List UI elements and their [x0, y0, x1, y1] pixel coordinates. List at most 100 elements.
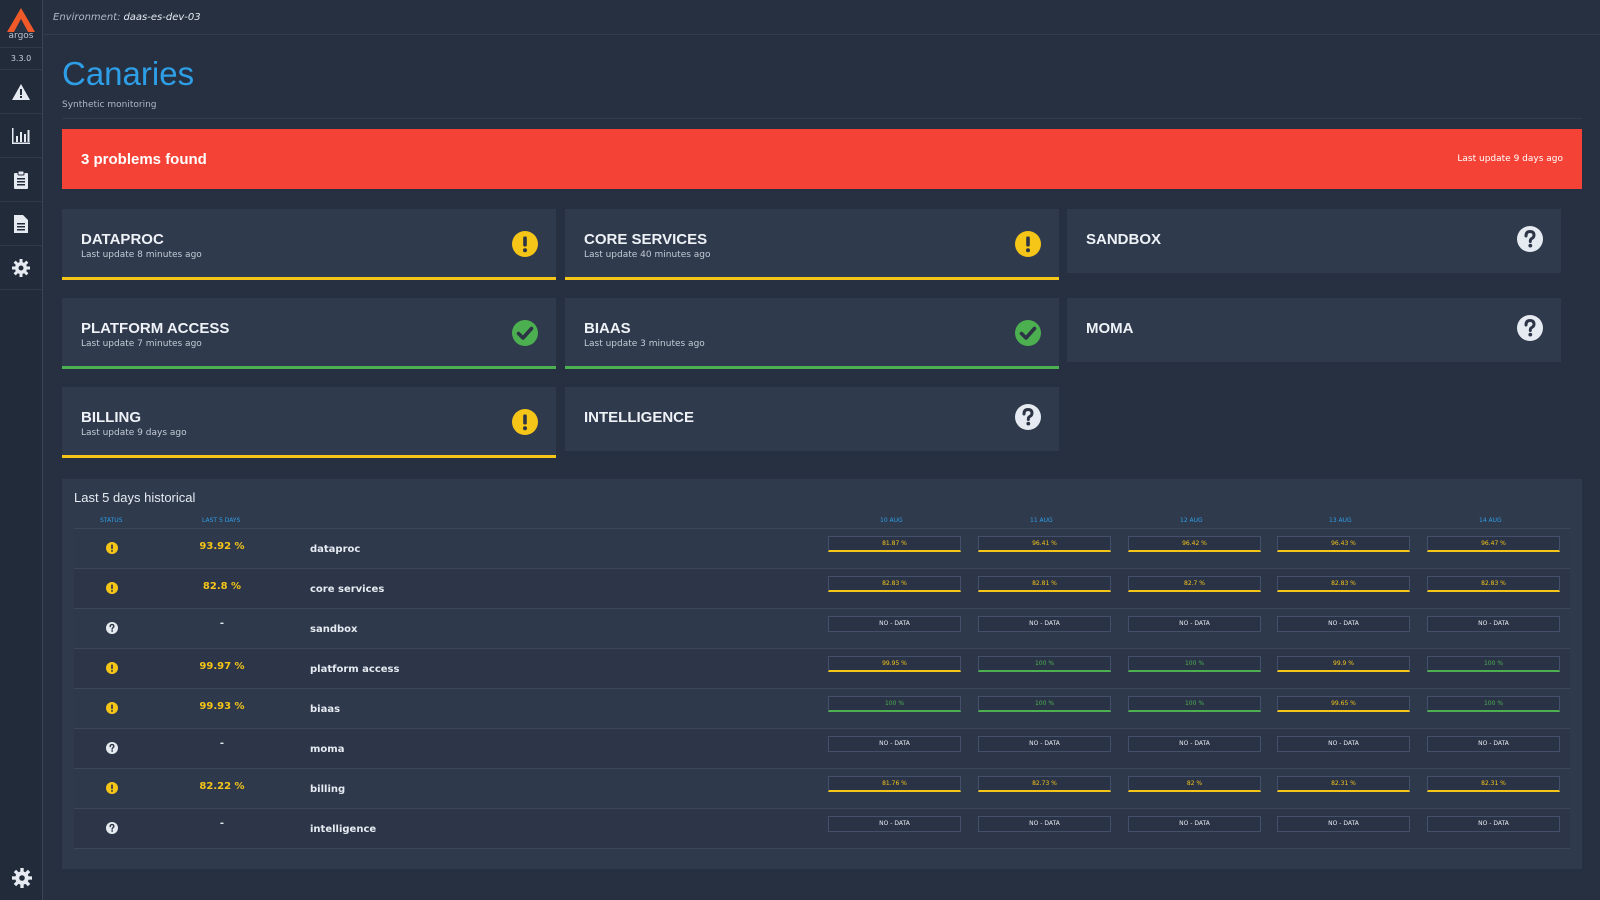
day-cell[interactable]: 100 % — [978, 696, 1111, 712]
logo-text: argos — [8, 30, 34, 41]
day-cell[interactable]: NO - DATA — [1427, 736, 1560, 752]
day-cell[interactable]: 100 % — [828, 696, 961, 712]
nav-alerts[interactable] — [0, 70, 42, 114]
day-cell[interactable]: 99.95 % — [828, 656, 961, 672]
row-last5-percentage: - — [219, 818, 225, 829]
nav-clipboard[interactable] — [0, 158, 42, 202]
question-icon — [1015, 404, 1041, 434]
canary-card-moma[interactable]: MOMA — [1067, 298, 1561, 362]
nav-charts[interactable] — [0, 114, 42, 158]
history-row-platform-access[interactable]: 99.97 % platform access 99.95 % 100 % 100 % 9… — [74, 649, 1570, 689]
main-content: Canaries Synthetic monitoring 3 problems… — [62, 35, 1582, 869]
page-title: Canaries — [62, 55, 195, 92]
day-cell[interactable]: 82.7 % — [1128, 576, 1261, 592]
canary-card-core-services[interactable]: CORE SERVICES Last update 40 minutes ago — [565, 209, 1059, 280]
banner-last-update: Last update 9 days ago — [1457, 154, 1563, 164]
day-cell[interactable]: 96.42 % — [1128, 536, 1261, 552]
history-title: Last 5 days historical — [74, 490, 196, 505]
day-cell[interactable]: NO - DATA — [978, 616, 1111, 632]
row-last5-percentage: 82.22 % — [199, 781, 245, 792]
canary-card-sandbox[interactable]: SANDBOX — [1067, 209, 1561, 273]
question-icon — [1517, 226, 1543, 256]
canary-cards: DATAPROC Last update 8 minutes ago CORE SE… — [62, 209, 1582, 479]
day-cell[interactable]: 82.83 % — [1277, 576, 1410, 592]
day-cell[interactable]: 96.47 % — [1427, 536, 1560, 552]
check-icon — [1015, 320, 1041, 350]
history-row-core-services[interactable]: 82.8 % core services 82.83 % 82.81 % 82.7 % 8… — [74, 569, 1570, 609]
row-last5-percentage: - — [219, 618, 225, 629]
day-cell[interactable]: 100 % — [1128, 656, 1261, 672]
row-canary-name: biaas — [310, 704, 341, 715]
day-cell[interactable]: 81.76 % — [828, 776, 961, 792]
history-row-sandbox[interactable]: - sandbox NO - DATA NO - DATA NO - DATA NO - … — [74, 609, 1570, 649]
day-cell[interactable]: NO - DATA — [828, 616, 961, 632]
history-row-billing[interactable]: 82.22 % billing 81.76 % 82.73 % 82 % 82.31 % 8… — [74, 769, 1570, 809]
nav-settings[interactable] — [0, 246, 42, 290]
problems-banner: 3 problems found Last update 9 days ago — [62, 129, 1582, 189]
column-day: 11 AUG — [1030, 517, 1053, 524]
exclamation-icon — [1015, 231, 1041, 261]
canary-card-billing[interactable]: BILLING Last update 9 days ago — [62, 387, 556, 458]
question-icon — [106, 819, 118, 838]
day-cell[interactable]: 82 % — [1128, 776, 1261, 792]
environment-bar: Environment: daas-es-dev-03 — [44, 0, 1600, 35]
day-cell[interactable]: NO - DATA — [1128, 616, 1261, 632]
day-cell[interactable]: NO - DATA — [978, 736, 1111, 752]
day-cell[interactable]: NO - DATA — [1277, 816, 1410, 832]
nav-document[interactable] — [0, 202, 42, 246]
app-logo[interactable]: argos — [0, 0, 42, 48]
column-day: 14 AUG — [1479, 517, 1502, 524]
canary-card-dataproc[interactable]: DATAPROC Last update 8 minutes ago — [62, 209, 556, 280]
day-cell[interactable]: 96.41 % — [978, 536, 1111, 552]
day-cell[interactable]: 99.9 % — [1277, 656, 1410, 672]
day-cell[interactable]: NO - DATA — [828, 816, 961, 832]
day-cell[interactable]: NO - DATA — [1128, 736, 1261, 752]
column-day: 13 AUG — [1329, 517, 1352, 524]
day-cell[interactable]: 100 % — [1128, 696, 1261, 712]
day-cell[interactable]: NO - DATA — [1277, 736, 1410, 752]
sidebar: argos 3.3.0 — [0, 0, 43, 900]
question-icon — [1517, 315, 1543, 345]
history-row-moma[interactable]: - moma NO - DATA NO - DATA NO - DATA NO - DAT… — [74, 729, 1570, 769]
day-cell[interactable]: 82.31 % — [1277, 776, 1410, 792]
canary-card-intelligence[interactable]: INTELLIGENCE — [565, 387, 1059, 451]
row-canary-name: intelligence — [310, 824, 377, 835]
day-cell[interactable]: 82.83 % — [828, 576, 961, 592]
day-cell[interactable]: NO - DATA — [1128, 816, 1261, 832]
exclamation-icon — [512, 409, 538, 439]
card-title: SANDBOX — [1086, 231, 1162, 248]
bottom-settings-button[interactable] — [0, 868, 43, 888]
environment-label: Environment: — [53, 11, 121, 23]
column-status: STATUS — [100, 517, 123, 524]
title-divider — [62, 118, 1582, 119]
day-cell[interactable]: NO - DATA — [1277, 616, 1410, 632]
row-canary-name: platform access — [310, 664, 400, 675]
card-title: BILLING — [81, 409, 141, 426]
day-cell[interactable]: NO - DATA — [1427, 616, 1560, 632]
day-cell[interactable]: NO - DATA — [828, 736, 961, 752]
history-row-intelligence[interactable]: - intelligence NO - DATA NO - DATA NO - DATA… — [74, 809, 1570, 849]
day-cell[interactable]: 100 % — [978, 656, 1111, 672]
gear-icon — [12, 258, 30, 277]
clipboard-icon — [14, 170, 28, 189]
day-cell[interactable]: 82.31 % — [1427, 776, 1560, 792]
history-row-biaas[interactable]: 99.93 % biaas 100 % 100 % 100 % 99.65 % 100 % — [74, 689, 1570, 729]
check-icon — [512, 320, 538, 350]
history-row-dataproc[interactable]: 93.92 % dataproc 81.87 % 96.41 % 96.42 % 96.4… — [74, 529, 1570, 569]
day-cell[interactable]: 96.43 % — [1277, 536, 1410, 552]
day-cell[interactable]: 82.83 % — [1427, 576, 1560, 592]
day-cell[interactable]: 100 % — [1427, 696, 1560, 712]
canary-card-biaas[interactable]: BIAAS Last update 3 minutes ago — [565, 298, 1059, 369]
day-cell[interactable]: 82.81 % — [978, 576, 1111, 592]
warning-triangle-icon — [12, 83, 30, 100]
column-day: 10 AUG — [880, 517, 903, 524]
day-cell[interactable]: 81.87 % — [828, 536, 961, 552]
day-cell[interactable]: 99.65 % — [1277, 696, 1410, 712]
row-canary-name: dataproc — [310, 544, 361, 555]
cog-icon — [11, 868, 32, 888]
day-cell[interactable]: 82.73 % — [978, 776, 1111, 792]
canary-card-platform-access[interactable]: PLATFORM ACCESS Last update 7 minutes ago — [62, 298, 556, 369]
day-cell[interactable]: NO - DATA — [978, 816, 1111, 832]
day-cell[interactable]: 100 % — [1427, 656, 1560, 672]
day-cell[interactable]: NO - DATA — [1427, 816, 1560, 832]
